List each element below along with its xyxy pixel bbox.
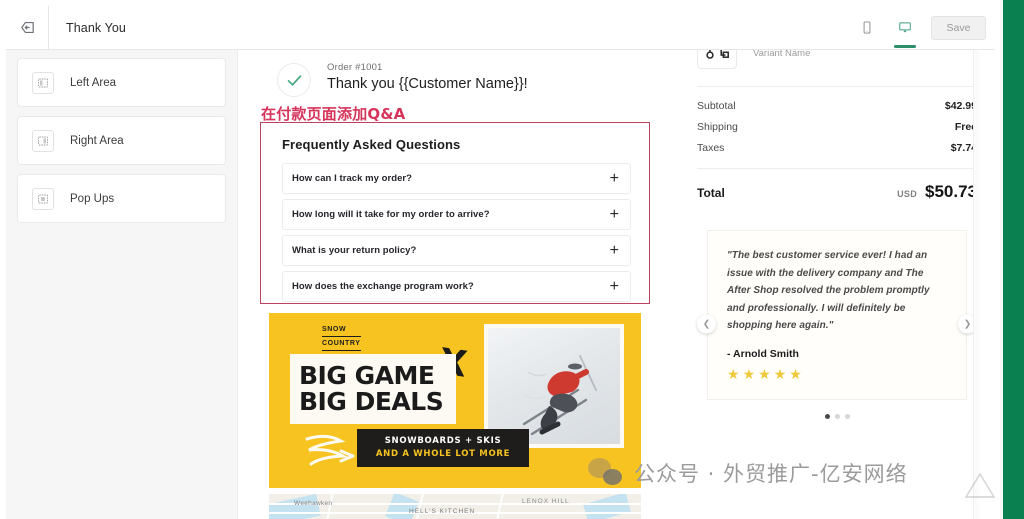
carousel-dot[interactable] [824,413,830,419]
sidebar-item-label: Left Area [70,76,117,89]
back-button[interactable] [6,6,49,49]
sidebar-item-label: Pop Ups [70,192,115,205]
star-icon: ★ [758,365,771,382]
banner-brand-line2: COUNTRY [322,339,361,351]
banner-strip-line1: SNOWBOARDS + SKIS [384,436,502,446]
panel-scrollbar[interactable] [973,50,979,519]
star-icon: ★ [727,365,740,382]
page-title: Thank You [66,20,126,35]
map-section[interactable]: Weehawken HELL'S KITCHEN LENOX HILL [269,494,641,519]
left-area-icon [32,71,54,94]
order-header-texts: Order #1001 Thank you {{Customer Name}}! [327,58,528,92]
testimonial-author: - Arnold Smith [727,347,799,360]
page-shell: Thank You Save Left Area Right Area Pop … [0,0,1000,519]
faq-accordion-item[interactable]: What is your return policy? + [282,235,631,266]
plus-icon[interactable]: + [610,242,619,259]
toolbar-actions: Save [855,6,994,49]
top-toolbar: Thank You Save [6,6,994,50]
map-label: LENOX HILL [522,498,570,505]
chevron-left-icon: ❮ [702,318,711,329]
save-button[interactable]: Save [931,15,986,40]
order-line-item: Variant Name [697,50,977,72]
skier-figure-icon [522,355,597,436]
thank-you-heading: Thank you {{Customer Name}}! [327,76,528,92]
testimonial-carousel: "The best customer service ever! I had a… [697,230,977,419]
desktop-preview-button[interactable] [893,6,917,49]
map-label: Weehawken [294,500,333,507]
faq-question: How can I track my order? [292,173,413,184]
order-success-check-icon [277,63,311,97]
watermark-logo-icon [964,472,996,498]
plus-icon[interactable]: + [610,278,619,295]
rating-stars: ★ ★ ★ ★ ★ [727,367,947,381]
device-preview-toggle [855,6,917,49]
map-label: HELL'S KITCHEN [409,508,476,515]
plus-icon[interactable]: + [610,206,619,223]
summary-label: Taxes [697,142,725,154]
star-icon: ★ [789,365,802,382]
right-area-icon [32,129,54,152]
banner-brand-line1: SNOW [322,325,361,337]
popups-icon [32,187,54,210]
summary-label: Subtotal [697,100,736,112]
product-variant-icon [697,50,737,69]
banner-brand-logo: SNOW COUNTRY [322,325,361,351]
sidebar-item-pop-ups[interactable]: Pop Ups [17,174,226,223]
summary-row-total: Total USD $50.73 [697,182,977,202]
carousel-dot[interactable] [834,413,840,419]
total-currency: USD [897,189,917,199]
faq-question: How long will it take for my order to ar… [292,209,490,220]
desktop-preview-icon [899,22,911,33]
back-arrow-icon [20,21,34,34]
right-edge-accent [1003,0,1024,519]
order-number: Order #1001 [327,62,383,73]
carousel-prev-button[interactable]: ❮ [697,314,716,334]
variant-name: Variant Name [753,50,811,59]
mobile-preview-button[interactable] [855,6,879,49]
left-sidebar: Left Area Right Area Pop Ups [6,50,238,519]
testimonial-card: "The best customer service ever! I had a… [707,230,967,400]
carousel-dot[interactable] [844,413,850,419]
faq-question: How does the exchange program work? [292,281,474,292]
banner-headline: BIG GAME BIG DEALS [290,354,456,424]
banner-headline-line2: BIG DEALS [299,387,444,416]
banner-subtext-strip: SNOWBOARDS + SKIS AND A WHOLE LOT MORE [357,429,529,467]
total-amount-group: USD $50.73 [897,182,977,202]
banner-strip-line2: AND A WHOLE LOT MORE [375,449,511,459]
carousel-dots [697,413,977,419]
total-label: Total [697,186,725,200]
summary-label: Shipping [697,121,738,133]
banner-squiggle-icon [305,434,355,466]
faq-accordion-item[interactable]: How long will it take for my order to ar… [282,199,631,230]
summary-row-shipping: Shipping Free [697,121,977,133]
promo-banner[interactable]: SNOW COUNTRY X BIG GAME BIG DEALS [269,313,641,488]
app-root: Thank You Save Left Area Right Area Pop … [0,0,1024,519]
testimonial-quote: "The best customer service ever! I had a… [727,250,930,331]
sidebar-item-left-area[interactable]: Left Area [17,58,226,107]
summary-divider-bottom [697,168,977,169]
summary-row-taxes: Taxes $7.74 [697,142,977,154]
annotation-label: 在付款页面添加Q&A [261,105,406,123]
sidebar-item-label: Right Area [70,134,124,147]
total-value: $50.73 [925,182,977,201]
faq-accordion-item[interactable]: How does the exchange program work? + [282,271,631,302]
order-summary-panel: Variant Name Subtotal $42.99 Shipping Fr… [680,50,994,519]
banner-headline-line1: BIG GAME [299,361,435,390]
summary-row-subtotal: Subtotal $42.99 [697,100,977,112]
star-icon: ★ [742,365,756,382]
plus-icon[interactable]: + [610,170,619,187]
order-header: Order #1001 Thank you {{Customer Name}}! [239,50,679,97]
faq-question: What is your return policy? [292,245,417,256]
summary-divider-top [697,86,977,87]
sidebar-item-right-area[interactable]: Right Area [17,116,226,165]
star-icon: ★ [773,365,787,382]
chevron-right-icon: ❯ [963,318,972,329]
mobile-preview-icon [863,21,871,34]
faq-section: Frequently Asked Questions How can I tra… [260,122,650,304]
faq-accordion-item[interactable]: How can I track my order? + [282,163,631,194]
faq-title: Frequently Asked Questions [282,137,461,152]
